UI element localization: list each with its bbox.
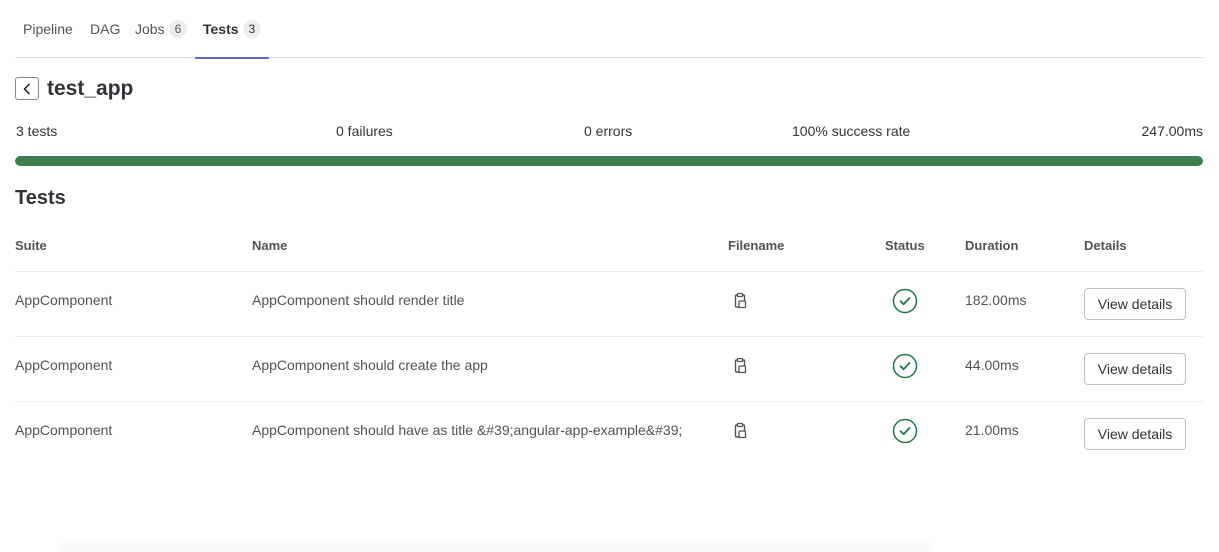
copy-to-clipboard-icon[interactable]	[731, 422, 749, 440]
column-header-name: Name	[252, 238, 288, 253]
test-name-cell: AppComponent should create the app	[252, 357, 488, 373]
tab-count-badge: 3	[242, 20, 262, 38]
tab-tests[interactable]: Tests 3	[194, 0, 270, 59]
column-header-filename: Filename	[728, 238, 785, 253]
duration-cell: 182.00ms	[965, 292, 1027, 308]
tab-label: Tests	[203, 21, 239, 37]
table-row: AppComponent AppComponent should create …	[15, 336, 1203, 401]
column-header-status: Status	[885, 238, 925, 253]
chevron-left-icon	[23, 83, 30, 94]
summary-failures: 0 failures	[336, 123, 393, 139]
table-row: AppComponent AppComponent should render …	[15, 271, 1203, 336]
summary-tests: 3 tests	[16, 123, 58, 139]
page-title: test_app	[47, 77, 134, 100]
pipeline-tabs: Pipeline DAG Jobs 6 Tests 3	[15, 0, 1203, 59]
status-success-icon	[892, 353, 918, 379]
back-button[interactable]	[15, 77, 39, 100]
column-header-details: Details	[1084, 238, 1127, 253]
column-header-suite: Suite	[15, 238, 47, 253]
section-title: Tests	[15, 187, 66, 209]
success-progress-bar	[15, 156, 1203, 166]
tab-pipeline[interactable]: Pipeline	[23, 0, 73, 58]
tab-jobs[interactable]: Jobs 6	[135, 0, 188, 58]
summary-errors: 0 errors	[584, 123, 633, 139]
column-header-duration: Duration	[965, 238, 1019, 253]
success-progress-fill	[15, 156, 1203, 166]
view-details-button[interactable]: View details	[1084, 353, 1186, 385]
table-row: AppComponent AppComponent should have as…	[15, 401, 1203, 466]
tab-label: Pipeline	[23, 21, 73, 37]
tab-count-badge: 6	[168, 20, 188, 38]
test-name-cell: AppComponent should have as title &#39;a…	[252, 422, 683, 438]
summary-duration: 247.00ms	[1141, 123, 1203, 139]
duration-cell: 44.00ms	[965, 357, 1019, 373]
bottom-shadow	[60, 540, 930, 552]
copy-to-clipboard-icon[interactable]	[731, 357, 749, 375]
summary-success-rate: 100% success rate	[792, 123, 911, 139]
suite-cell: AppComponent	[15, 292, 113, 308]
copy-to-clipboard-icon[interactable]	[731, 292, 749, 310]
status-success-icon	[892, 418, 918, 444]
tab-dag[interactable]: DAG	[90, 0, 120, 58]
suite-cell: AppComponent	[15, 357, 113, 373]
view-details-button[interactable]: View details	[1084, 288, 1186, 320]
duration-cell: 21.00ms	[965, 422, 1019, 438]
view-details-button[interactable]: View details	[1084, 418, 1186, 450]
test-name-cell: AppComponent should render title	[252, 292, 465, 308]
tab-label: DAG	[90, 21, 121, 37]
status-success-icon	[892, 288, 918, 314]
suite-cell: AppComponent	[15, 422, 113, 438]
tab-label: Jobs	[135, 21, 165, 37]
